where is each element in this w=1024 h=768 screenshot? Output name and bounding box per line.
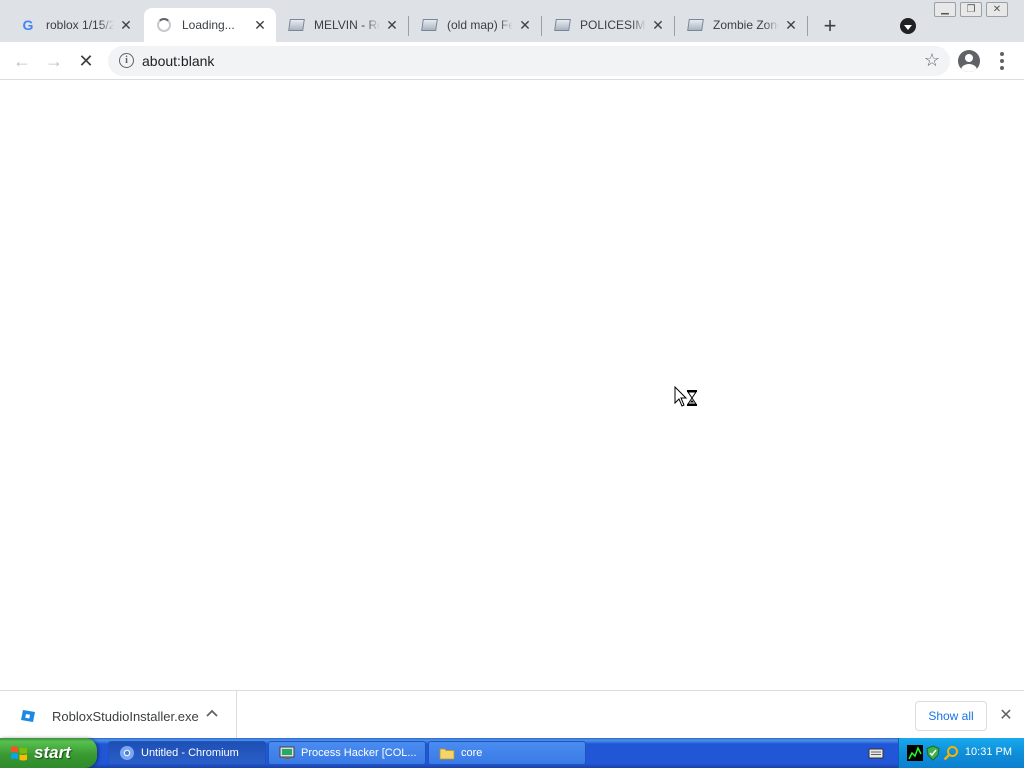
taskbar-item-chromium[interactable]: Untitled - Chromium xyxy=(108,741,266,765)
profile-avatar-icon[interactable] xyxy=(958,50,980,72)
back-button[interactable]: ← xyxy=(12,51,32,71)
tab-title: MELVIN - Robl xyxy=(314,18,380,32)
browser-menu-icon[interactable] xyxy=(994,51,1010,71)
tab-close-icon[interactable]: ✕ xyxy=(384,17,400,33)
tab-title: Zombie Zone xyxy=(713,18,779,32)
taskbar-item-label: Untitled - Chromium xyxy=(141,747,239,759)
download-item[interactable]: RobloxStudioInstaller.exe xyxy=(0,691,237,739)
taskbar-item-label: Process Hacker [COL... xyxy=(301,747,417,759)
address-bar[interactable]: i about:blank ☆ xyxy=(108,46,950,76)
loading-spinner-icon xyxy=(156,17,172,33)
page-icon xyxy=(686,17,704,33)
process-hacker-icon xyxy=(279,746,295,759)
restore-button[interactable]: ❐ xyxy=(960,2,982,17)
start-label: start xyxy=(34,743,71,762)
tab-search-icon[interactable] xyxy=(900,18,916,34)
tab-title: (old map) Feat xyxy=(447,18,513,32)
tab-zombie-zone[interactable]: Zombie Zone ✕ xyxy=(675,8,807,42)
taskbar-clock[interactable]: 10:31 PM xyxy=(965,746,1012,758)
tab-old-map[interactable]: (old map) Feat ✕ xyxy=(409,8,541,42)
chevron-up-icon[interactable] xyxy=(205,707,219,721)
forward-button[interactable]: → xyxy=(44,51,64,71)
new-tab-button[interactable]: + xyxy=(818,13,842,38)
tab-separator xyxy=(807,16,808,36)
chromium-icon xyxy=(120,746,134,760)
tab-close-icon[interactable]: ✕ xyxy=(783,17,799,33)
folder-icon xyxy=(439,748,455,760)
google-icon: G xyxy=(22,17,34,33)
tab-roblox[interactable]: G roblox 1/15/20 ✕ xyxy=(8,8,142,42)
search-icon[interactable] xyxy=(943,745,959,761)
process-hacker-tray-icon[interactable] xyxy=(907,745,923,761)
tab-close-icon[interactable]: ✕ xyxy=(517,17,533,33)
busy-cursor-icon xyxy=(674,386,697,407)
keyboard-icon[interactable] xyxy=(868,746,884,760)
page-content xyxy=(0,80,1024,690)
windows-flag-icon xyxy=(11,746,27,761)
tab-title: POLICESIM xyxy=(580,18,646,32)
tab-close-icon[interactable]: ✕ xyxy=(650,17,666,33)
tab-loading[interactable]: Loading... ✕ xyxy=(144,8,276,42)
tab-title: Loading... xyxy=(182,18,235,32)
tab-melvin[interactable]: MELVIN - Robl ✕ xyxy=(276,8,408,42)
system-tray: 10:31 PM xyxy=(898,738,1024,768)
taskbar-item-process-hacker[interactable]: Process Hacker [COL... xyxy=(268,741,426,765)
show-all-button[interactable]: Show all xyxy=(915,701,987,731)
windows-taskbar: start Untitled - Chromium Process Hacker… xyxy=(0,738,1024,768)
tab-title: roblox 1/15/20 xyxy=(46,18,114,32)
start-button[interactable]: start xyxy=(0,738,97,768)
download-shelf: RobloxStudioInstaller.exe Show all ✕ xyxy=(0,690,1024,739)
page-icon xyxy=(287,17,305,33)
roblox-installer-icon xyxy=(21,710,35,722)
page-icon xyxy=(420,17,438,33)
tab-close-icon[interactable]: ✕ xyxy=(118,17,134,33)
browser-toolbar: ← → ✕ i about:blank ☆ xyxy=(0,42,1024,80)
stop-loading-button[interactable]: ✕ xyxy=(76,51,96,71)
window-controls: ▁ ❐ ✕ xyxy=(930,2,1008,17)
taskbar-item-label: core xyxy=(461,747,483,759)
download-filename: RobloxStudioInstaller.exe xyxy=(52,709,199,724)
page-icon xyxy=(553,17,571,33)
close-download-shelf-icon[interactable]: ✕ xyxy=(998,707,1014,724)
site-info-icon[interactable]: i xyxy=(119,53,134,68)
tab-policesim[interactable]: POLICESIM ✕ xyxy=(542,8,674,42)
tab-strip: G roblox 1/15/20 ✕ Loading... ✕ MELVIN -… xyxy=(0,0,1024,42)
url-text[interactable]: about:blank xyxy=(142,53,214,69)
security-shield-icon[interactable] xyxy=(925,745,941,761)
tab-close-icon[interactable]: ✕ xyxy=(252,17,268,33)
taskbar-item-core-folder[interactable]: core xyxy=(428,741,586,765)
minimize-button[interactable]: ▁ xyxy=(934,2,956,17)
close-window-button[interactable]: ✕ xyxy=(986,2,1008,17)
bookmark-star-icon[interactable]: ☆ xyxy=(924,50,940,71)
